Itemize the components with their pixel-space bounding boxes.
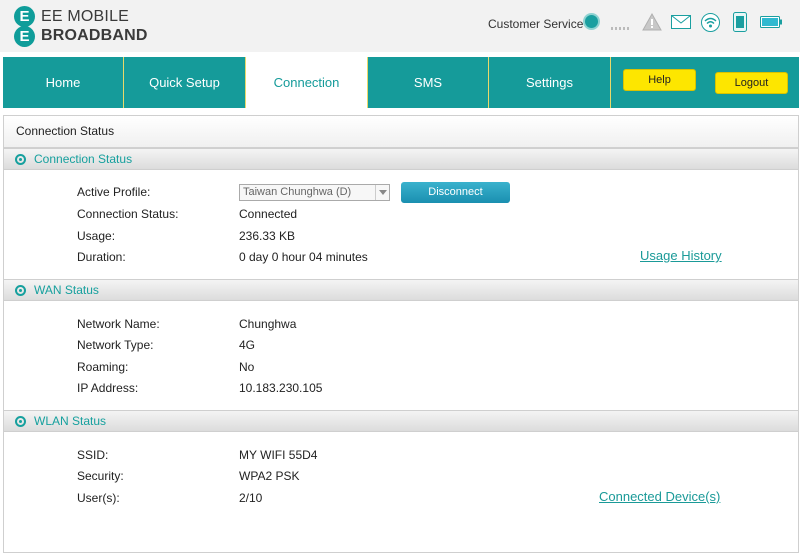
active-profile-label: Active Profile: [77,185,151,199]
network-name-label: Network Name: [77,317,160,331]
disconnect-button[interactable]: Disconnect [401,182,510,203]
wifi-icon[interactable] [701,13,720,32]
security-value: WPA2 PSK [239,469,300,483]
help-button[interactable]: Help [623,69,696,91]
section-title: WAN Status [34,283,99,297]
main-panel: Connection Status Connection Status Acti… [3,115,799,553]
network-type-label: Network Type: [77,338,154,352]
chevron-down-icon [375,185,389,200]
tab-connection[interactable]: Connection [246,57,368,108]
logo-mark-bottom: E [14,26,35,47]
section-ring-icon [15,154,26,165]
section-ring-icon [15,416,26,427]
ip-address-value: 10.183.230.105 [239,381,323,395]
active-profile-value: Taiwan Chunghwa (D) [243,186,352,198]
customer-service-link[interactable]: Customer Service [488,17,583,31]
section-wan-status: WAN Status [4,279,798,301]
security-label: Security: [77,469,124,483]
ee-logo[interactable]: E E EE MOBILE BROADBAND [14,6,174,48]
ssid-value: MY WIFI 55D4 [239,448,318,462]
logo-text-line1: EE MOBILE [41,8,130,25]
tab-quick-setup[interactable]: Quick Setup [124,57,246,108]
section-title: WLAN Status [34,414,107,428]
tab-sms[interactable]: SMS [368,57,489,108]
logo-text-line2: BROADBAND [41,27,148,44]
duration-value: 0 day 0 hour 04 minutes [239,250,368,264]
usage-label: Usage: [77,229,116,243]
logout-button[interactable]: Logout [715,72,788,94]
users-value: 2/10 [239,491,263,505]
network-type-value: 4G [239,338,256,352]
warning-icon[interactable] [642,13,662,31]
active-profile-select[interactable]: Taiwan Chunghwa (D) [239,184,390,201]
main-nav: Home Quick Setup Connection SMS Settings… [3,57,799,108]
tab-settings[interactable]: Settings [489,57,611,108]
phone-icon [733,12,747,32]
section-connection-status: Connection Status [4,148,798,170]
logo-mark-top: E [14,6,35,27]
duration-label: Duration: [77,250,126,264]
tab-home[interactable]: Home [3,57,124,108]
section-wlan-status: WLAN Status [4,410,798,432]
signal-icon [611,27,629,30]
users-label: User(s): [77,491,120,505]
roaming-value: No [239,360,255,374]
connection-status-value: Connected [239,207,298,221]
section-title: Connection Status [34,152,133,166]
globe-icon [583,13,600,30]
header: E E EE MOBILE BROADBAND Customer Service [0,0,800,52]
ip-address-label: IP Address: [77,381,139,395]
connected-devices-link[interactable]: Connected Device(s) [599,489,720,504]
section-ring-icon [15,285,26,296]
mail-icon[interactable] [671,15,691,29]
connection-status-label: Connection Status: [77,207,179,221]
usage-history-link[interactable]: Usage History [640,248,722,263]
usage-value: 236.33 KB [239,229,296,243]
roaming-label: Roaming: [77,360,129,374]
ssid-label: SSID: [77,448,109,462]
page-title: Connection Status [4,116,798,148]
network-name-value: Chunghwa [239,317,297,331]
battery-icon [760,16,782,28]
